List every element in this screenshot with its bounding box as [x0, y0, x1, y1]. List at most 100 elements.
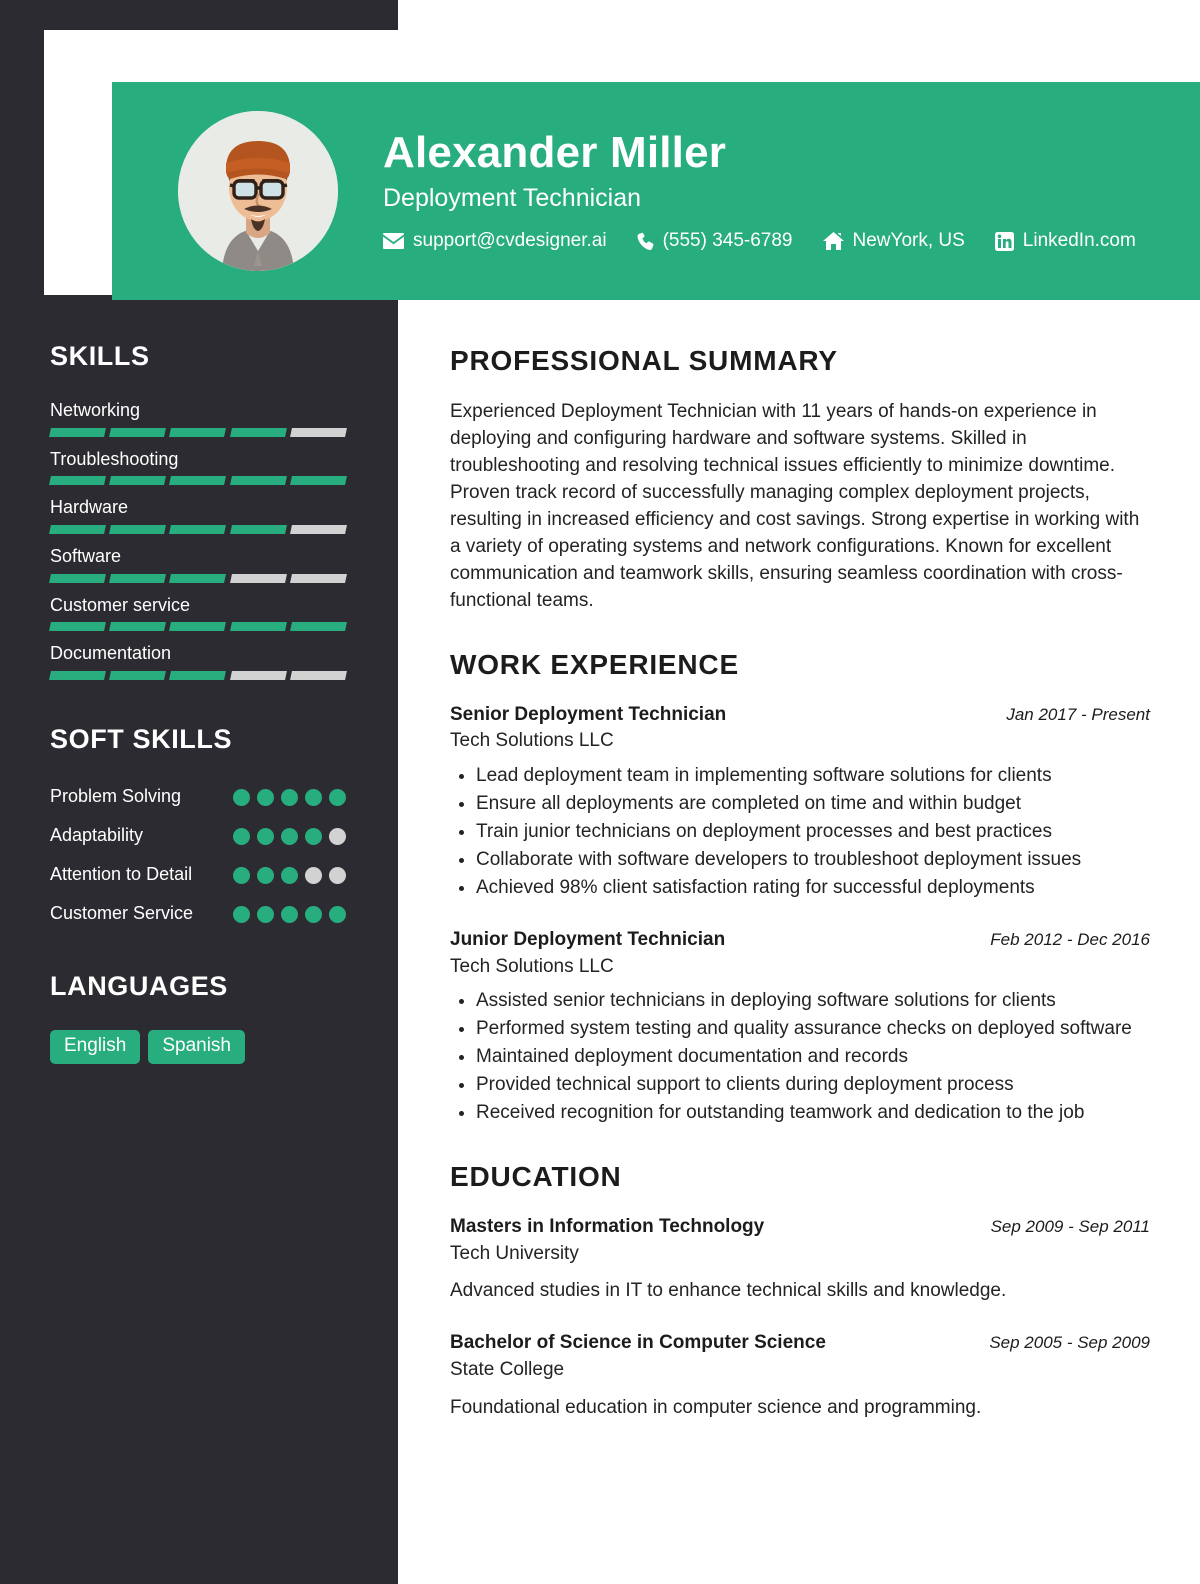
rating-dot	[305, 828, 322, 846]
rating-dot	[233, 828, 250, 846]
education-description: Advanced studies in IT to enhance techni…	[450, 1280, 1007, 1302]
experience-bullets: Lead deployment team in implementing sof…	[476, 763, 1150, 902]
skill-segment	[49, 525, 107, 535]
skill-segment	[49, 573, 107, 583]
list-item: Achieved 98% client satisfaction rating …	[476, 875, 1150, 902]
language-chip: English	[50, 1029, 141, 1064]
rating-dot	[257, 867, 274, 885]
experience-date: Jan 2017 - Present	[1006, 704, 1150, 724]
list-item: Lead deployment team in implementing sof…	[476, 763, 1150, 790]
skill-segment	[49, 622, 107, 632]
main-content: PROFESSIONAL SUMMARY Experienced Deploym…	[398, 297, 1200, 1448]
rating-dot	[305, 906, 322, 924]
experience-entry-head: Junior Deployment Technician Feb 2012 - …	[450, 928, 1150, 953]
contact-location-label: NewYork, US	[852, 230, 965, 252]
skill-label: Customer service	[50, 594, 191, 615]
list-item: Maintained deployment documentation and …	[476, 1044, 1150, 1071]
rating-dot	[281, 789, 298, 807]
soft-skill-item: Customer Service	[50, 900, 346, 926]
page-title: Alexander Miller	[383, 127, 727, 177]
skill-segment	[109, 573, 167, 583]
skill-segment	[229, 671, 287, 681]
job-role: Deployment Technician	[383, 183, 642, 212]
envelope-icon	[383, 233, 404, 250]
rating-dot	[233, 789, 250, 807]
rating-dot	[329, 789, 346, 807]
list-item: Train junior technicians on deployment p…	[476, 819, 1150, 846]
soft-skill-dots	[233, 861, 346, 885]
rating-dot	[233, 906, 250, 924]
contact-linkedin-label: LinkedIn.com	[1022, 230, 1136, 252]
skill-segment	[109, 476, 167, 486]
linkedin-icon	[994, 231, 1014, 251]
summary-text: Experienced Deployment Technician with 1…	[450, 401, 1140, 611]
education-entry-head: Bachelor of Science in Computer Science …	[450, 1331, 1150, 1356]
experience-entry: Senior Deployment Technician Jan 2017 - …	[450, 703, 1150, 902]
soft-skills-list: Problem Solving Adaptability Attention t…	[50, 783, 346, 926]
list-item: Ensure all deployments are completed on …	[476, 791, 1150, 818]
soft-skill-dots	[233, 783, 346, 807]
skill-bar	[49, 427, 347, 437]
skill-segment	[289, 622, 347, 632]
contact-phone-label: (555) 345-6789	[662, 230, 793, 252]
rating-dot	[281, 867, 298, 885]
skill-segment	[109, 622, 167, 632]
skill-segment	[169, 427, 227, 437]
phone-icon	[637, 232, 654, 251]
education-org: Tech University	[450, 1242, 579, 1264]
education-title: Bachelor of Science in Computer Science	[450, 1332, 826, 1354]
skill-item: Documentation	[49, 643, 347, 681]
experience-org: Tech Solutions LLC	[450, 730, 614, 752]
skill-item: Hardware	[49, 497, 347, 535]
contact-email-label: support@cvdesigner.ai	[413, 230, 607, 252]
contact-phone[interactable]: (555) 345-6789	[637, 230, 793, 252]
skill-item: Troubleshooting	[49, 449, 347, 486]
skill-label: Networking	[50, 400, 141, 420]
avatar	[178, 111, 338, 271]
languages-heading: LANGUAGES	[50, 970, 228, 1001]
skill-segment	[109, 427, 167, 437]
soft-skill-item: Attention to Detail	[50, 861, 346, 887]
experience-date: Feb 2012 - Dec 2016	[990, 929, 1150, 949]
soft-skill-label: Customer Service	[50, 903, 194, 924]
education-entry: Masters in Information Technology Sep 20…	[450, 1215, 1150, 1305]
list-item: Performed system testing and quality ass…	[476, 1016, 1150, 1043]
skill-segment	[49, 427, 107, 437]
education-date: Sep 2005 - Sep 2009	[989, 1333, 1150, 1353]
skill-item: Customer service	[49, 594, 347, 632]
soft-skill-dots	[233, 900, 346, 924]
rating-dot	[257, 906, 274, 924]
skill-item: Networking	[49, 400, 347, 437]
skill-label: Documentation	[50, 643, 172, 664]
skill-segment	[169, 573, 227, 583]
experience-bullets: Assisted senior technicians in deploying…	[476, 988, 1150, 1127]
rating-dot	[257, 828, 274, 846]
education-description: Foundational education in computer scien…	[450, 1396, 982, 1418]
skill-label: Software	[50, 546, 122, 567]
contact-email[interactable]: support@cvdesigner.ai	[383, 230, 607, 252]
rating-dot	[257, 789, 274, 807]
skill-segment	[229, 476, 287, 486]
rating-dot	[305, 867, 322, 885]
soft-skill-item: Problem Solving	[50, 783, 346, 809]
skill-segment	[289, 573, 347, 583]
contact-linkedin[interactable]: LinkedIn.com	[994, 230, 1136, 252]
education-org: State College	[450, 1359, 565, 1381]
education-date: Sep 2009 - Sep 2011	[990, 1217, 1150, 1237]
sidebar: SKILLS Networking Troubleshooting Hardwa…	[0, 297, 398, 1064]
skill-segment	[169, 622, 227, 632]
soft-skills-heading: SOFT SKILLS	[50, 724, 233, 755]
skill-segment	[229, 573, 287, 583]
languages-list: English Spanish	[50, 1029, 346, 1064]
rating-dot	[329, 828, 346, 846]
list-item: Received recognition for outstanding tea…	[476, 1100, 1150, 1127]
summary-heading: PROFESSIONAL SUMMARY	[450, 345, 838, 376]
education-title: Masters in Information Technology	[450, 1216, 765, 1238]
skill-segment	[169, 476, 227, 486]
contact-location[interactable]: NewYork, US	[822, 230, 965, 252]
rating-dot	[329, 906, 346, 924]
skill-segment	[169, 525, 227, 535]
skill-segment	[289, 671, 347, 681]
soft-skill-item: Adaptability	[50, 822, 346, 848]
skill-segment	[289, 427, 347, 437]
